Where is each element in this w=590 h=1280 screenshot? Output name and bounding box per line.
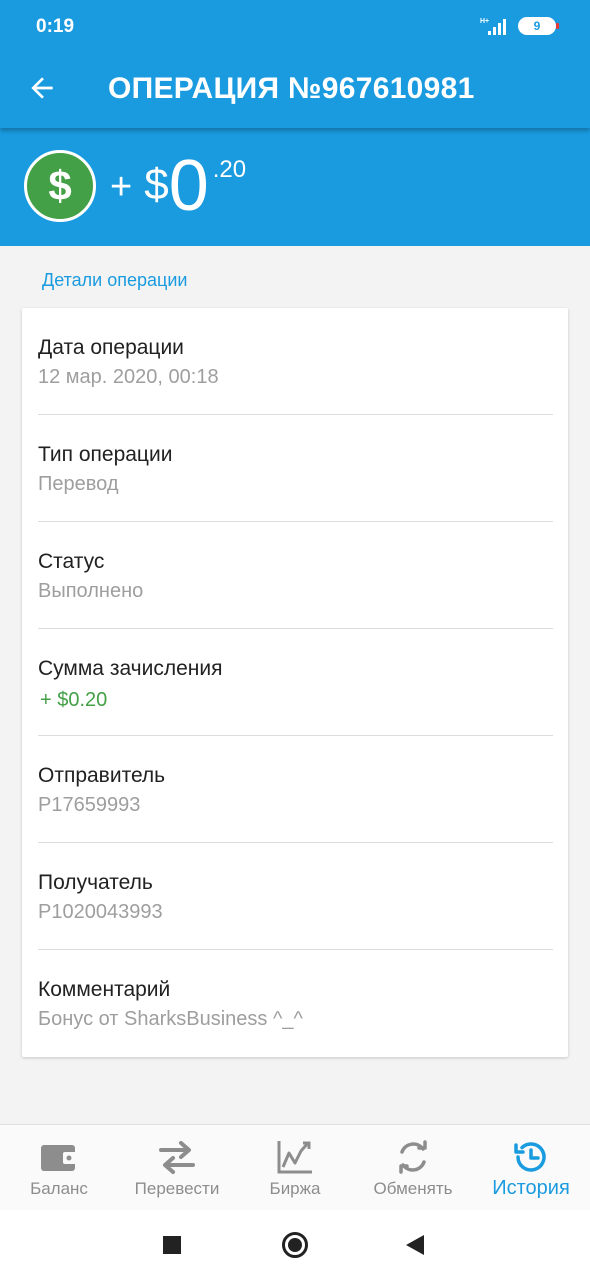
- detail-row-sender: Отправитель P17659993: [38, 736, 553, 843]
- detail-label: Отправитель: [38, 764, 166, 787]
- nav-label: Обменять: [373, 1179, 453, 1198]
- detail-row-comment: Комментарий Бонус от SharksBusiness ^_^: [38, 950, 553, 1057]
- nav-label: Биржа: [269, 1179, 321, 1198]
- app-bar: ОПЕРАЦИЯ №967610981: [0, 54, 590, 128]
- detail-value: Выполнено: [38, 580, 144, 602]
- amount-display: + $ 0 .20: [110, 150, 246, 222]
- details-card: Дата операции 12 мар. 2020, 00:18 Тип оп…: [22, 308, 568, 1057]
- detail-value: P1020043993: [38, 901, 163, 923]
- status-icons: H+ 9: [480, 16, 559, 36]
- detail-label: Сумма зачисления: [38, 657, 223, 680]
- amount-header: $ + $ 0 .20: [0, 128, 590, 246]
- nav-item-convert[interactable]: Обменять: [354, 1125, 472, 1210]
- transfer-icon: [159, 1141, 195, 1174]
- status-time: 0:19: [36, 16, 75, 37]
- detail-label: Тип операции: [38, 443, 173, 466]
- detail-label: Получатель: [38, 871, 153, 894]
- detail-row-date: Дата операции 12 мар. 2020, 00:18: [38, 308, 553, 415]
- page-title: ОПЕРАЦИЯ №967610981: [108, 72, 475, 105]
- history-icon: [514, 1142, 546, 1172]
- system-navigation-bar: [0, 1210, 590, 1280]
- section-title: Детали операции: [42, 270, 188, 290]
- nav-label: История: [492, 1177, 570, 1199]
- amount-integer: 0: [168, 146, 209, 226]
- status-bar: 0:19 H+ 9: [0, 0, 590, 54]
- bottom-navigation: Баланс Перевести Биржа Обменять История: [0, 1124, 590, 1210]
- svg-text:H+: H+: [480, 18, 489, 25]
- battery-level: 9: [533, 19, 541, 33]
- nav-item-history[interactable]: История: [472, 1125, 590, 1210]
- detail-row-recipient: Получатель P1020043993: [38, 843, 553, 950]
- dollar-icon: $: [24, 150, 96, 222]
- detail-value: 12 мар. 2020, 00:18: [38, 366, 219, 388]
- recent-apps-icon[interactable]: [163, 1236, 181, 1254]
- chart-icon: [277, 1141, 312, 1174]
- signal-icon: H+: [480, 18, 506, 35]
- detail-value: Перевод: [38, 473, 119, 495]
- detail-value: P17659993: [38, 794, 141, 816]
- battery-icon: 9: [518, 17, 559, 35]
- detail-row-amount: Сумма зачисления + $0.20: [38, 629, 553, 736]
- nav-label: Баланс: [30, 1179, 88, 1198]
- system-back-icon[interactable]: [406, 1235, 424, 1255]
- detail-label: Дата операции: [38, 336, 184, 359]
- nav-item-balance[interactable]: Баланс: [0, 1125, 118, 1210]
- nav-item-transfer[interactable]: Перевести: [118, 1125, 236, 1210]
- nav-item-exchange-market[interactable]: Биржа: [236, 1125, 354, 1210]
- nav-label: Перевести: [134, 1179, 220, 1198]
- back-arrow-icon[interactable]: [26, 72, 58, 104]
- detail-label: Комментарий: [38, 978, 171, 1001]
- home-icon[interactable]: [282, 1232, 308, 1258]
- amount-currency: $: [144, 160, 169, 209]
- detail-row-type: Тип операции Перевод: [38, 415, 553, 522]
- amount-fraction: .20: [212, 156, 247, 183]
- detail-label: Статус: [38, 550, 105, 573]
- wallet-icon: [41, 1145, 77, 1171]
- detail-value: Бонус от SharksBusiness ^_^: [38, 1008, 303, 1030]
- detail-value-amount: + $0.20: [40, 689, 108, 711]
- amount-sign: +: [110, 166, 133, 208]
- detail-row-status: Статус Выполнено: [38, 522, 553, 629]
- exchange-icon: [399, 1140, 427, 1174]
